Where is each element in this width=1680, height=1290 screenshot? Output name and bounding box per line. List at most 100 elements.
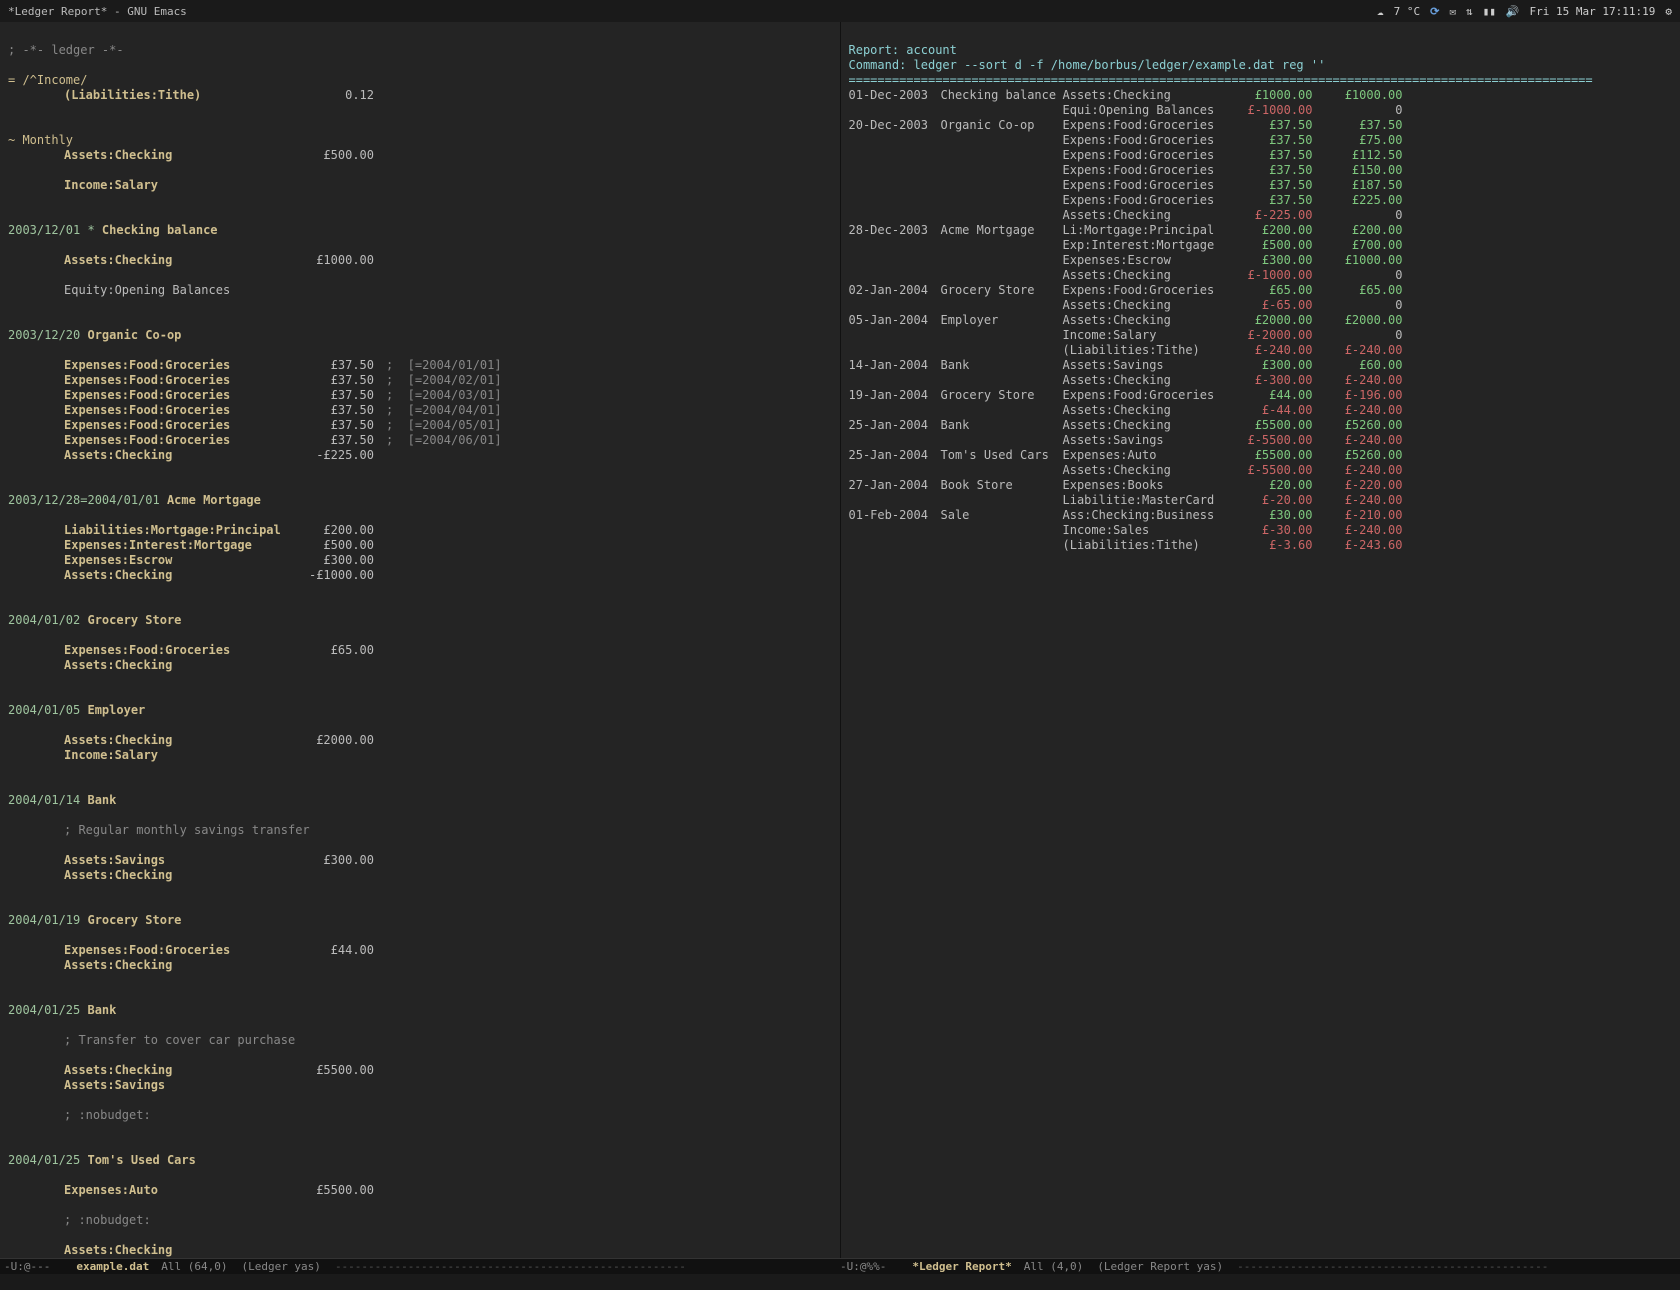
posting-amount: [294, 658, 374, 673]
volume-icon[interactable]: 🔊: [1506, 5, 1520, 18]
posting-note: ; [=2004/04/01]: [374, 403, 502, 418]
report-account: Equi:Opening Balances: [1063, 103, 1223, 118]
report-header-2: Command: ledger --sort d -f /home/borbus…: [849, 58, 1326, 72]
report-row: (Liabilities:Tithe)£-240.00£-240.00: [849, 343, 1673, 358]
report-date: 19-Jan-2004: [849, 388, 941, 403]
posting: Expenses:Food:Groceries£37.50; [=2004/03…: [8, 388, 832, 403]
report-balance: £187.50: [1313, 178, 1403, 193]
report-amount: £44.00: [1223, 388, 1313, 403]
posting: Expenses:Food:Groceries£37.50; [=2004/04…: [8, 403, 832, 418]
modeline: -U:@--- example.dat All (64,0) (Ledger y…: [0, 1258, 1680, 1274]
report-account: Income:Salary: [1063, 328, 1223, 343]
posting-amount: [294, 868, 374, 883]
report-row: Exp:Interest:Mortgage£500.00£700.00: [849, 238, 1673, 253]
report-balance: £-243.60: [1313, 538, 1403, 553]
posting-account: Assets:Checking: [64, 1063, 294, 1078]
report-amount: £-30.00: [1223, 523, 1313, 538]
battery-icon[interactable]: ▮▮: [1483, 5, 1496, 18]
report-balance: £-240.00: [1313, 403, 1403, 418]
report-amount: £-3.60: [1223, 538, 1313, 553]
posting-amount: £44.00: [294, 943, 374, 958]
posting-amount: [294, 1078, 374, 1093]
report-payee: [941, 268, 1063, 283]
report-date: [849, 268, 941, 283]
posting-account: Expenses:Auto: [64, 1183, 294, 1198]
report-account: Assets:Savings: [1063, 358, 1223, 373]
report-amount: £65.00: [1223, 283, 1313, 298]
settings-gear-icon[interactable]: ⚙: [1665, 5, 1672, 18]
refresh-icon[interactable]: ⟳: [1430, 5, 1439, 18]
network-icon[interactable]: ⇅: [1466, 5, 1473, 18]
report-balance: £-240.00: [1313, 373, 1403, 388]
report-payee: [941, 463, 1063, 478]
posting: Assets:Checking-£225.00: [8, 448, 832, 463]
report-row: Expens:Food:Groceries£37.50£187.50: [849, 178, 1673, 193]
weather-icon[interactable]: ☁: [1377, 5, 1384, 18]
left-buffer[interactable]: ; -*- ledger -*- = /^Income/ (Liabilitie…: [0, 22, 841, 1258]
report-date: [849, 493, 941, 508]
posting-account: Income:Salary: [64, 748, 294, 763]
modeline-fill: ----------------------------------------…: [1237, 1260, 1548, 1273]
report-account: Assets:Checking: [1063, 88, 1223, 103]
posting-amount: £37.50: [294, 388, 374, 403]
report-date: [849, 253, 941, 268]
report-payee: [941, 238, 1063, 253]
weather-text[interactable]: 7 °C: [1394, 5, 1421, 18]
posting-account: Expenses:Food:Groceries: [64, 403, 294, 418]
posting-account: Liabilities:Mortgage:Principal: [64, 523, 294, 538]
posting-amount: £37.50: [294, 358, 374, 373]
posting-amount: [294, 958, 374, 973]
modeline-position: All (4,0): [1024, 1260, 1084, 1273]
report-date: [849, 103, 941, 118]
report-account: Assets:Checking: [1063, 268, 1223, 283]
report-header-1: Report: account: [849, 43, 957, 57]
right-buffer[interactable]: Report: account Command: ledger --sort d…: [841, 22, 1680, 1258]
posting-amount: £5500.00: [294, 1183, 374, 1198]
posting-account: Assets:Savings: [64, 853, 294, 868]
report-payee: [941, 343, 1063, 358]
clock-text[interactable]: Fri 15 Mar 17:11:19: [1530, 5, 1656, 18]
report-date: [849, 328, 941, 343]
report-account: Expenses:Books: [1063, 478, 1223, 493]
report-row: Expens:Food:Groceries£37.50£150.00: [849, 163, 1673, 178]
posting-account: Expenses:Food:Groceries: [64, 373, 294, 388]
report-balance: £200.00: [1313, 223, 1403, 238]
report-date: 20-Dec-2003: [849, 118, 941, 133]
report-amount: £37.50: [1223, 178, 1313, 193]
report-account: Assets:Checking: [1063, 313, 1223, 328]
report-payee: [941, 133, 1063, 148]
modeline-fill: ----------------------------------------…: [335, 1260, 686, 1273]
posting: Assets:Checking: [8, 958, 832, 973]
report-balance: £-240.00: [1313, 343, 1403, 358]
posting-tag: ; :nobudget:: [8, 1213, 832, 1228]
report-amount: £500.00: [1223, 238, 1313, 253]
report-payee: Checking balance: [941, 88, 1063, 103]
report-rule: ========================================…: [849, 73, 1593, 87]
report-amount: £-300.00: [1223, 373, 1313, 388]
report-payee: Bank: [941, 358, 1063, 373]
report-payee: [941, 208, 1063, 223]
report-row: Expenses:Escrow£300.00£1000.00: [849, 253, 1673, 268]
report-account: Expens:Food:Groceries: [1063, 283, 1223, 298]
txn-header: 2003/12/01 * Checking balance: [8, 223, 832, 238]
mail-icon[interactable]: ✉: [1449, 5, 1456, 18]
posting-account: Assets:Checking: [64, 868, 294, 883]
report-payee: Sale: [941, 508, 1063, 523]
report-amount: £37.50: [1223, 133, 1313, 148]
report-balance: £-240.00: [1313, 523, 1403, 538]
report-amount: £20.00: [1223, 478, 1313, 493]
report-date: [849, 208, 941, 223]
report-balance: £150.00: [1313, 163, 1403, 178]
report-balance: £60.00: [1313, 358, 1403, 373]
report-account: Expens:Food:Groceries: [1063, 193, 1223, 208]
posting: Assets:Checking£5500.00: [8, 1063, 832, 1078]
report-row: 05-Jan-2004EmployerAssets:Checking£2000.…: [849, 313, 1673, 328]
report-account: Assets:Checking: [1063, 463, 1223, 478]
report-payee: [941, 373, 1063, 388]
minibuffer[interactable]: [0, 1274, 1680, 1290]
report-amount: £-44.00: [1223, 403, 1313, 418]
report-amount: £-2000.00: [1223, 328, 1313, 343]
report-date: [849, 538, 941, 553]
report-payee: Grocery Store: [941, 283, 1063, 298]
report-balance: £1000.00: [1313, 253, 1403, 268]
